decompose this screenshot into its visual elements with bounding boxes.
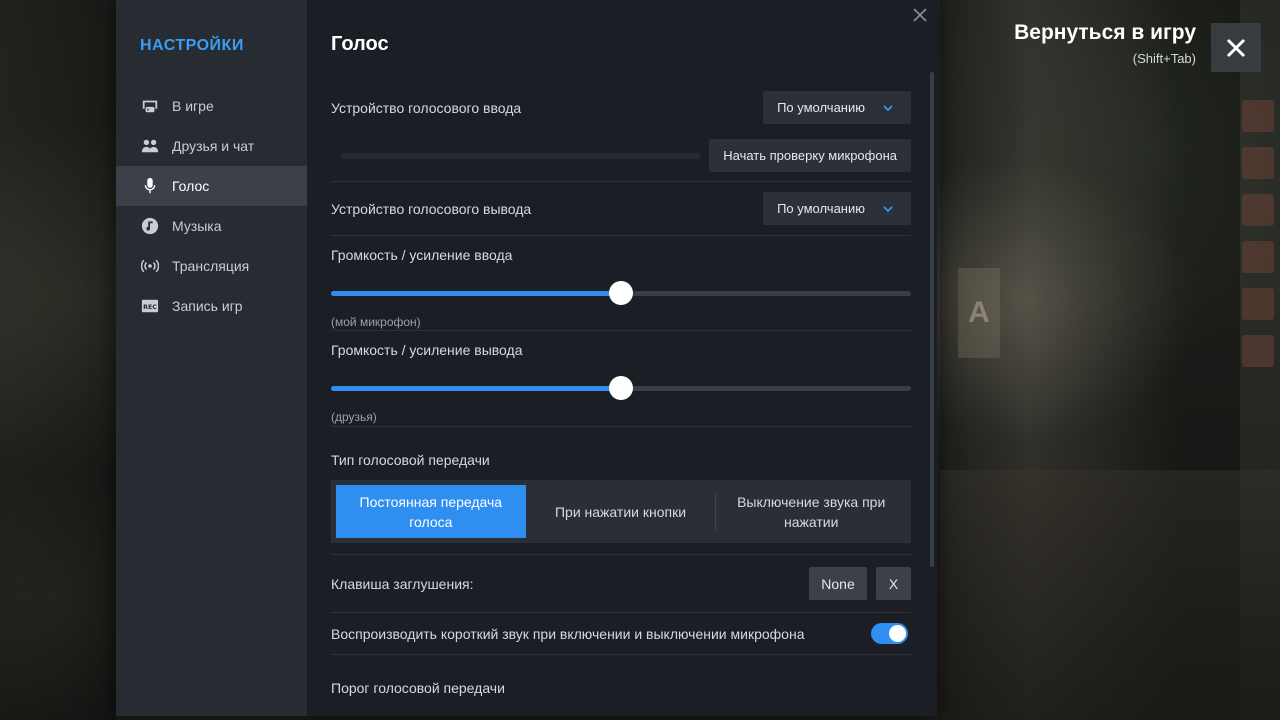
- output-device-row: Устройство голосового вывода По умолчани…: [331, 182, 911, 236]
- output-device-label: Устройство голосового вывода: [331, 200, 532, 217]
- transmission-type-label: Тип голосовой передачи: [331, 452, 490, 468]
- chevron-down-icon: [883, 104, 893, 111]
- gamepad-monitor-icon: [140, 96, 160, 116]
- content-scrollbar[interactable]: [930, 72, 934, 567]
- slider-fill: [331, 386, 621, 391]
- people-icon: [140, 136, 160, 156]
- toggle-knob: [889, 625, 906, 642]
- slider-thumb[interactable]: [609, 281, 633, 305]
- settings-content: Голос Устройство голосового ввода По умо…: [307, 0, 937, 716]
- transmission-option-push-to-talk[interactable]: При нажатии кнопки: [526, 485, 716, 538]
- sound-on-toggle[interactable]: [871, 623, 908, 644]
- sidebar-item-friends-chat[interactable]: Друзья и чат: [116, 126, 307, 166]
- sidebar-item-label: Друзья и чат: [172, 138, 255, 154]
- transmission-option-continuous[interactable]: Постоянная передача голоса: [336, 485, 526, 538]
- settings-panel: НАСТРОЙКИ В игре Друзья и чат Голос Музы…: [116, 0, 937, 716]
- avatar[interactable]: [1242, 241, 1274, 273]
- input-volume-caption: (мой микрофон): [331, 315, 421, 329]
- output-volume-label: Громкость / усиление вывода: [331, 342, 523, 358]
- background-floor: [940, 470, 1280, 720]
- mic-level-meter: [341, 152, 701, 159]
- sidebar-item-in-game[interactable]: В игре: [116, 86, 307, 126]
- sidebar-item-game-recording[interactable]: REC Запись игр: [116, 286, 307, 326]
- input-device-row: Устройство голосового ввода По умолчанию: [331, 90, 911, 125]
- slider-thumb[interactable]: [609, 376, 633, 400]
- page-title: Голос: [331, 33, 389, 55]
- microphone-icon: [140, 176, 160, 196]
- sidebar-item-voice[interactable]: Голос: [116, 166, 307, 206]
- sidebar-item-broadcast[interactable]: Трансляция: [116, 246, 307, 286]
- mute-key-controls: None X: [809, 567, 911, 600]
- friend-avatars-strip: [1238, 100, 1280, 382]
- return-to-game-hotkey: (Shift+Tab): [1132, 51, 1196, 66]
- input-device-label: Устройство голосового ввода: [331, 99, 522, 116]
- output-device-value: По умолчанию: [777, 201, 865, 216]
- transmission-type-selector: Постоянная передача голоса При нажатии к…: [331, 480, 911, 543]
- input-device-select[interactable]: По умолчанию: [763, 91, 911, 124]
- input-device-value: По умолчанию: [777, 100, 865, 115]
- mute-key-label: Клавиша заглушения:: [331, 575, 474, 592]
- sidebar-item-label: Трансляция: [172, 258, 250, 274]
- input-volume-block: Громкость / усиление ввода (мой микрофон…: [331, 236, 911, 331]
- return-to-game-title[interactable]: Вернуться в игру: [1014, 21, 1196, 45]
- input-volume-label: Громкость / усиление ввода: [331, 247, 513, 263]
- avatar[interactable]: [1242, 100, 1274, 132]
- sound-on-toggle-label: Воспроизводить короткий звук при включен…: [331, 625, 805, 642]
- mute-key-clear-button[interactable]: X: [876, 567, 911, 600]
- mic-test-row: Начать проверку микрофона: [331, 125, 911, 182]
- music-note-icon: [140, 216, 160, 236]
- output-device-select[interactable]: По умолчанию: [763, 192, 911, 225]
- avatar[interactable]: [1242, 335, 1274, 367]
- mic-test-button[interactable]: Начать проверку микрофона: [709, 139, 911, 172]
- close-icon[interactable]: [913, 8, 929, 24]
- close-icon: [1226, 38, 1246, 57]
- sidebar-item-label: Голос: [172, 178, 210, 194]
- input-volume-slider[interactable]: [331, 281, 911, 305]
- avatar[interactable]: [1242, 288, 1274, 320]
- background-sign: A: [958, 268, 1000, 358]
- mute-key-button[interactable]: None: [809, 567, 867, 600]
- broadcast-icon: [140, 256, 160, 276]
- settings-sidebar: НАСТРОЙКИ В игре Друзья и чат Голос Музы…: [116, 0, 307, 716]
- rec-icon: REC: [140, 296, 160, 316]
- sound-on-toggle-row: Воспроизводить короткий звук при включен…: [331, 613, 911, 655]
- sidebar-item-music[interactable]: Музыка: [116, 206, 307, 246]
- avatar[interactable]: [1242, 147, 1274, 179]
- return-to-game[interactable]: Вернуться в игру (Shift+Tab): [1014, 21, 1196, 66]
- mute-key-row: Клавиша заглушения: None X: [331, 555, 911, 613]
- svg-text:REC: REC: [143, 304, 157, 311]
- transmission-option-push-to-mute[interactable]: Выключение звука при нажатии: [716, 485, 906, 538]
- avatar[interactable]: [1242, 194, 1274, 226]
- chevron-down-icon: [883, 205, 893, 212]
- output-volume-block: Громкость / усиление вывода (друзья): [331, 331, 911, 427]
- output-volume-slider[interactable]: [331, 376, 911, 400]
- transmission-type-block: Тип голосовой передачи Постоянная переда…: [331, 427, 911, 555]
- threshold-label: Порог голосовой передачи: [331, 680, 505, 696]
- sidebar-item-label: Запись игр: [172, 298, 243, 314]
- threshold-row: Порог голосовой передачи: [331, 655, 911, 720]
- slider-fill: [331, 291, 621, 296]
- sidebar-title: НАСТРОЙКИ: [140, 37, 244, 54]
- output-volume-caption: (друзья): [331, 410, 377, 424]
- background-left-shade: [0, 0, 116, 720]
- sidebar-item-label: В игре: [172, 98, 214, 114]
- close-overlay-button[interactable]: [1211, 23, 1261, 72]
- sidebar-item-label: Музыка: [172, 218, 222, 234]
